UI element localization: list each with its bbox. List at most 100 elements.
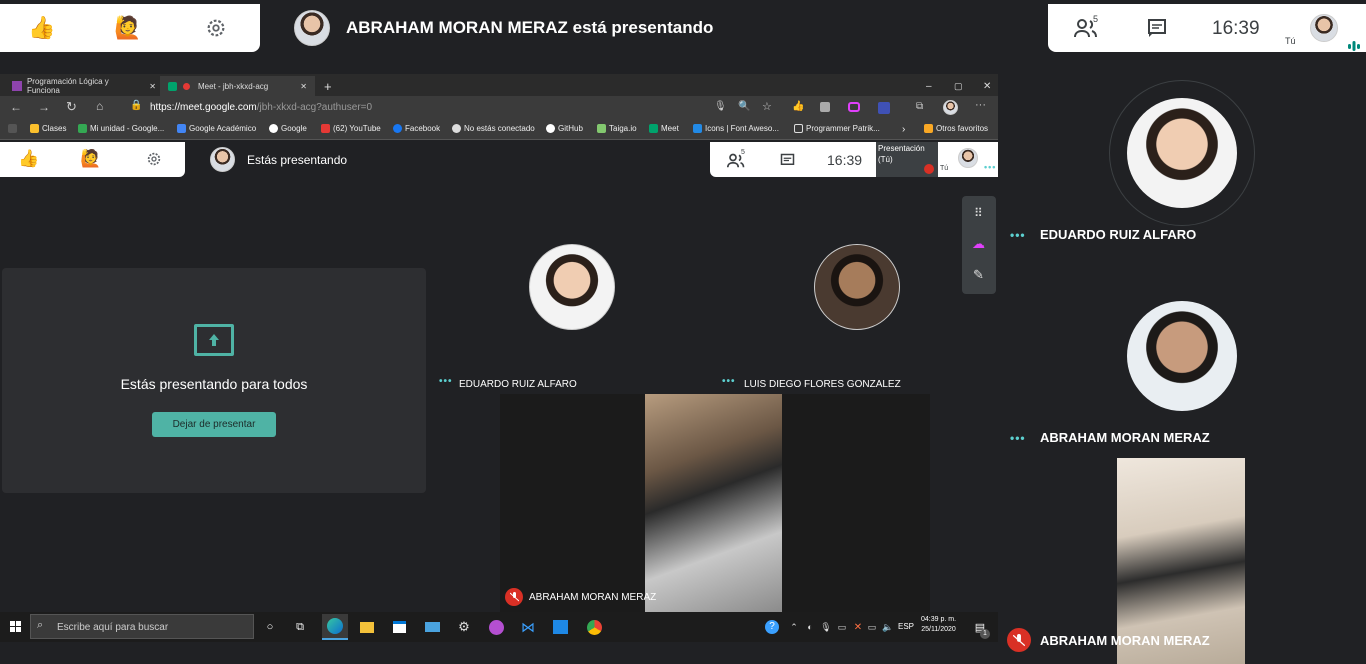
more-dots-icon: •••: [722, 376, 736, 387]
app-icon[interactable]: ⚙: [454, 617, 474, 637]
system-clock[interactable]: 04:39 p. m. 25/11/2020: [921, 616, 956, 633]
bookmark-youtube[interactable]: (62) YouTube: [321, 124, 381, 133]
close-icon[interactable]: ✕: [149, 82, 156, 91]
lock-icon: 🔒: [130, 100, 143, 111]
search-placeholder: Escribe aquí para buscar: [57, 622, 169, 633]
close-window-button[interactable]: ✕: [975, 76, 991, 96]
url-field[interactable]: https://meet.google.com/jbh-xkxd-acg?aut…: [150, 102, 372, 113]
thumbs-up-icon[interactable]: 👍: [28, 14, 56, 42]
bookmark-label: Google Académico: [189, 124, 257, 133]
bookmark-af-icon[interactable]: [8, 124, 17, 133]
gear-icon[interactable]: [204, 16, 228, 40]
reload-icon[interactable]: ↻: [66, 99, 77, 115]
back-icon[interactable]: ←: [10, 100, 22, 114]
gear-icon[interactable]: [145, 150, 163, 168]
inner-reactions-pill: 👍 🙋: [0, 142, 185, 177]
star-icon[interactable]: ☆: [762, 100, 772, 113]
search-box[interactable]: ⌕ Escribe aquí para buscar: [30, 614, 254, 639]
vscode-icon[interactable]: ⋈: [518, 617, 538, 637]
minimize-button[interactable]: –: [918, 76, 934, 96]
bookmark-label: GitHub: [558, 124, 583, 133]
forward-icon[interactable]: →: [38, 100, 50, 114]
bookmark-github[interactable]: GitHub: [546, 124, 583, 133]
raise-hand-icon[interactable]: 🙋: [80, 148, 102, 170]
participant-avatar: [1127, 301, 1237, 411]
store-icon[interactable]: [389, 617, 409, 637]
github-icon[interactable]: [486, 617, 506, 637]
bookmark-google[interactable]: Google: [269, 124, 307, 133]
bookmark-label: Otros favoritos: [936, 124, 989, 133]
bookmark-label: Clases: [42, 124, 67, 133]
ext-paint-icon[interactable]: [848, 102, 860, 112]
edge-icon[interactable]: [322, 614, 348, 640]
collections-icon[interactable]: ⧉: [916, 101, 923, 112]
chrome-icon[interactable]: [584, 617, 604, 637]
mic-icon[interactable]: 🎙: [714, 101, 727, 112]
speaking-indicator-icon: [1348, 38, 1360, 51]
stop-presenting-button[interactable]: Dejar de presentar: [152, 412, 276, 437]
bookmark-drive[interactable]: Mi unidad - Google...: [78, 124, 164, 133]
app2-icon[interactable]: [550, 617, 570, 637]
bookmark-fontawesome[interactable]: Icons | Font Aweso...: [693, 124, 779, 133]
ext-thumb-icon[interactable]: 👍: [792, 101, 804, 112]
participant-tile: ABRAHAM MORAN MERAZ: [500, 394, 930, 612]
windows-start-icon[interactable]: [6, 617, 26, 637]
bookmark-academico[interactable]: Google Académico: [177, 124, 256, 133]
bookmark-otros[interactable]: Otros favoritos: [924, 124, 988, 133]
participant-avatar: [1127, 98, 1237, 208]
zoom-icon[interactable]: 🔍: [738, 101, 750, 112]
task-view-icon[interactable]: ⧉: [290, 617, 310, 637]
participants-side-panel: ••• EDUARDO RUIZ ALFARO ••• ABRAHAM MORA…: [998, 52, 1366, 664]
bookmark-taiga[interactable]: Taiga.io: [597, 124, 637, 133]
clock: 16:39: [1212, 18, 1260, 39]
bookmark-no-conectado[interactable]: No estás conectado: [452, 124, 535, 133]
volume-icon[interactable]: 🔈: [878, 617, 898, 637]
presenter-avatar: [294, 10, 330, 46]
chat-icon[interactable]: [778, 151, 796, 169]
bookmarks-overflow-icon[interactable]: ›: [902, 124, 905, 135]
bookmark-label: Taiga.io: [609, 124, 637, 133]
presentation-thumbnail[interactable]: Presentación (Tú): [876, 142, 938, 177]
participant-name: EDUARDO RUIZ ALFARO: [1040, 227, 1197, 242]
mail-icon[interactable]: [422, 617, 442, 637]
bookmark-label: Google: [281, 124, 307, 133]
chat-icon[interactable]: [1146, 17, 1168, 39]
participant-name: ABRAHAM MORAN MERAZ: [529, 592, 657, 603]
grid-icon[interactable]: ⠿: [974, 206, 983, 220]
ext-icon[interactable]: [820, 102, 830, 112]
participant-name: LUIS DIEGO FLORES GONZALEZ: [744, 379, 901, 390]
bookmark-meet[interactable]: Meet: [649, 124, 679, 133]
bookmark-programmer[interactable]: Programmer Patrik...: [794, 124, 880, 133]
inner-presenter-avatar: [210, 147, 235, 172]
meeting-controls-pill: 5 16:39 Tú: [1048, 4, 1366, 52]
language-indicator[interactable]: ESP: [898, 622, 914, 631]
participant-name: EDUARDO RUIZ ALFARO: [459, 379, 577, 390]
tab-programacion[interactable]: Programación Lógica y Funciona ✕: [4, 76, 156, 96]
bookmark-label: Mi unidad - Google...: [90, 124, 165, 133]
tab-meet[interactable]: Meet - jbh-xkxd-acg ✕: [160, 76, 315, 96]
ext-badge-icon[interactable]: [878, 102, 890, 114]
bookmark-clases[interactable]: Clases: [30, 124, 66, 133]
reactions-pill: 👍 🙋: [0, 4, 260, 52]
pen-icon[interactable]: ✎: [973, 267, 984, 283]
new-tab-button[interactable]: +: [316, 76, 334, 96]
weather-icon[interactable]: ☁: [972, 236, 985, 252]
maximize-button[interactable]: ▢: [946, 76, 963, 96]
file-explorer-icon[interactable]: [357, 617, 377, 637]
raise-hand-icon[interactable]: 🙋: [114, 14, 142, 42]
side-tools: ⠿ ☁ ✎: [962, 196, 996, 294]
inner-presenter-banner: Estás presentando: [247, 153, 348, 167]
thumbs-up-icon[interactable]: 👍: [18, 148, 40, 170]
camera-feed-image: [645, 394, 782, 612]
more-icon[interactable]: ···: [975, 99, 986, 111]
home-icon[interactable]: ⌂: [96, 99, 103, 113]
help-icon[interactable]: ?: [762, 617, 782, 637]
bookmark-label: (62) YouTube: [333, 124, 381, 133]
mic-off-icon: [924, 164, 934, 174]
close-icon[interactable]: ✕: [300, 82, 307, 91]
cortana-icon[interactable]: ○: [260, 617, 280, 637]
bookmark-facebook[interactable]: Facebook: [393, 124, 440, 133]
notification-badge: 1: [980, 629, 990, 639]
profile-avatar[interactable]: [943, 100, 958, 115]
presenting-card: Estás presentando para todos Dejar de pr…: [2, 268, 426, 493]
